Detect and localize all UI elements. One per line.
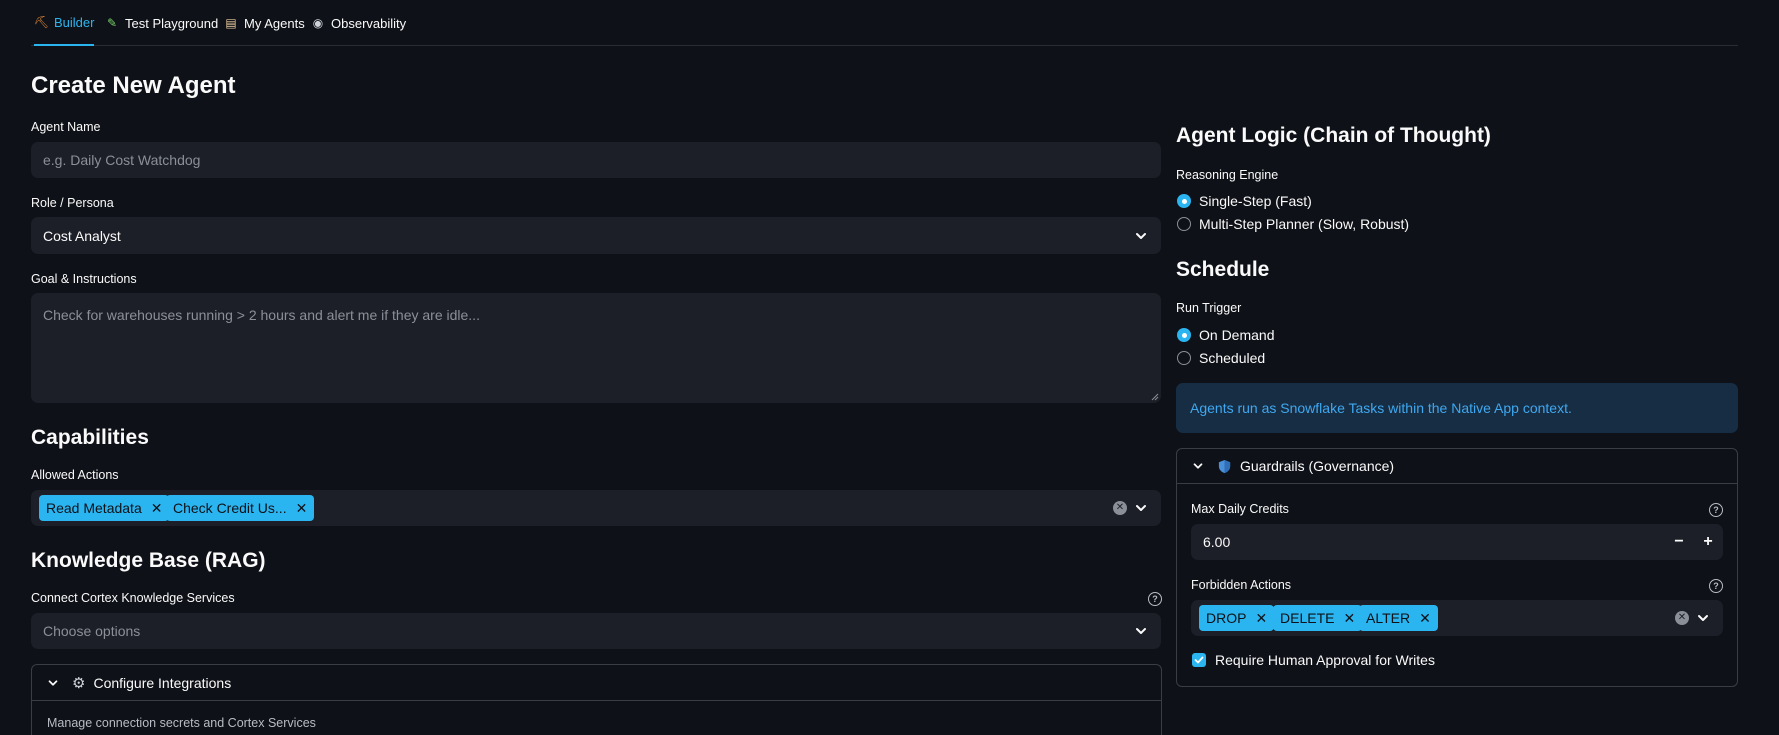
chip-label: DELETE — [1280, 610, 1335, 626]
chevron-down-icon — [46, 676, 60, 690]
chip-alter: ALTER ✕ — [1359, 605, 1438, 631]
radio-label: Scheduled — [1199, 350, 1266, 366]
tab-label: My Agents — [244, 15, 305, 31]
info-alert: Agents run as Snowflake Tasks within the… — [1176, 383, 1738, 433]
radio-unselected-icon — [1177, 217, 1191, 231]
close-icon[interactable]: ✕ — [296, 500, 308, 517]
reasoning-engine-label: Reasoning Engine — [1176, 168, 1279, 182]
radio-label: On Demand — [1199, 327, 1275, 343]
checkbox-label: Require Human Approval for Writes — [1215, 652, 1435, 668]
increment-button[interactable]: + — [1694, 524, 1722, 560]
radio-scheduled[interactable]: Scheduled — [1177, 350, 1265, 366]
knowledge-multiselect[interactable]: Choose options — [31, 613, 1161, 649]
chip-label: DROP — [1206, 610, 1247, 626]
tab-label: Observability — [331, 15, 407, 31]
tab-bar: ⛏ Builder ✎ Test Playground ▤ My Agents … — [31, 0, 1738, 46]
gear-icon: ⚙ — [72, 674, 86, 692]
tab-observability[interactable]: ◉ Observability — [311, 0, 406, 46]
agent-name-label: Agent Name — [31, 120, 101, 134]
goal-label: Goal & Instructions — [31, 272, 137, 286]
chip-drop: DROP ✕ — [1199, 605, 1275, 631]
radio-single-step[interactable]: Single-Step (Fast) — [1177, 193, 1312, 209]
run-trigger-label: Run Trigger — [1176, 301, 1242, 315]
max-credits-input[interactable]: 6.00 − + — [1191, 524, 1723, 560]
guardrails-title: Guardrails (Governance) — [1240, 458, 1395, 474]
radio-label: Multi-Step Planner (Slow, Robust) — [1199, 216, 1410, 232]
role-label: Role / Persona — [31, 196, 114, 210]
integrations-description: Manage connection secrets and Cortex Ser… — [47, 716, 316, 730]
goal-textarea[interactable]: Check for warehouses running > 2 hours a… — [31, 293, 1161, 403]
close-icon[interactable]: ✕ — [1343, 610, 1355, 627]
chip-label: Check Credit Us... — [173, 500, 287, 516]
close-icon[interactable]: ✕ — [1255, 610, 1267, 627]
radio-selected-icon — [1177, 328, 1191, 342]
forbidden-actions-label: Forbidden Actions — [1191, 578, 1292, 592]
integrations-title: Configure Integrations — [93, 674, 232, 691]
chevron-down-icon — [1133, 228, 1149, 244]
checkmark-icon — [1192, 653, 1206, 667]
decrement-button[interactable]: − — [1665, 524, 1693, 560]
tab-builder[interactable]: ⛏ Builder — [34, 0, 95, 46]
agent-logic-heading: Agent Logic (Chain of Thought) — [1176, 124, 1491, 147]
radio-unselected-icon — [1177, 351, 1191, 365]
radio-selected-icon — [1177, 194, 1191, 208]
chip-read-metadata: Read Metadata ✕ — [39, 495, 170, 521]
max-credits-value: 6.00 — [1203, 534, 1231, 550]
help-icon[interactable]: ? — [1709, 579, 1723, 593]
guardrails-expander-header[interactable]: Guardrails (Governance) — [1177, 449, 1737, 484]
chevron-down-icon — [1191, 459, 1205, 473]
capabilities-heading: Capabilities — [31, 426, 149, 449]
chip-check-credit-usage: Check Credit Us... ✕ — [166, 495, 315, 521]
chip-label: ALTER — [1366, 610, 1411, 626]
knowledge-placeholder: Choose options — [43, 623, 141, 639]
chevron-down-icon[interactable] — [1133, 500, 1149, 516]
chip-delete: DELETE ✕ — [1273, 605, 1363, 631]
close-icon[interactable]: ✕ — [151, 500, 163, 517]
chip-label: Read Metadata — [46, 500, 142, 516]
resize-handle-icon[interactable] — [1151, 393, 1159, 401]
guardrails-expander: Guardrails (Governance) Max Daily Credit… — [1176, 448, 1738, 687]
integrations-expander-header[interactable]: ⚙ Configure Integrations — [32, 665, 1161, 701]
human-approval-checkbox[interactable]: Require Human Approval for Writes — [1192, 652, 1435, 668]
pencil-icon: ✎ — [106, 16, 118, 30]
clipboard-icon: ▤ — [225, 16, 237, 30]
chevron-down-icon[interactable] — [1695, 610, 1711, 626]
page-title: Create New Agent — [31, 72, 236, 99]
agent-name-input[interactable]: e.g. Daily Cost Watchdog — [31, 142, 1161, 178]
shield-icon — [1217, 459, 1232, 474]
radio-multi-step[interactable]: Multi-Step Planner (Slow, Robust) — [1177, 216, 1409, 232]
tab-test-playground[interactable]: ✎ Test Playground — [105, 0, 218, 46]
integrations-expander: ⚙ Configure Integrations Manage connecti… — [31, 664, 1162, 735]
role-value: Cost Analyst — [43, 227, 121, 244]
role-select[interactable]: Cost Analyst — [31, 217, 1161, 254]
help-icon[interactable]: ? — [1709, 503, 1723, 517]
eye-icon: ◉ — [312, 16, 324, 30]
chevron-down-icon — [1133, 623, 1149, 639]
knowledge-heading: Knowledge Base (RAG) — [31, 549, 266, 572]
clear-all-icon[interactable]: ✕ — [1113, 501, 1127, 515]
allowed-actions-label: Allowed Actions — [31, 468, 119, 482]
builder-icon: ⛏ — [34, 15, 50, 29]
knowledge-label: Connect Cortex Knowledge Services — [31, 591, 235, 605]
clear-all-icon[interactable]: ✕ — [1675, 611, 1689, 625]
info-text: Agents run as Snowflake Tasks within the… — [1190, 400, 1572, 416]
goal-placeholder: Check for warehouses running > 2 hours a… — [43, 307, 480, 323]
close-icon[interactable]: ✕ — [1419, 610, 1431, 627]
allowed-actions-multiselect[interactable]: Read Metadata ✕ Check Credit Us... ✕ ✕ — [31, 490, 1161, 526]
tab-label: Builder — [54, 14, 95, 30]
max-credits-label: Max Daily Credits — [1191, 502, 1289, 516]
forbidden-actions-multiselect[interactable]: DROP ✕ DELETE ✕ ALTER ✕ ✕ — [1191, 600, 1723, 636]
tab-my-agents[interactable]: ▤ My Agents — [224, 0, 305, 46]
tab-label: Test Playground — [125, 15, 219, 31]
schedule-heading: Schedule — [1176, 258, 1270, 281]
radio-label: Single-Step (Fast) — [1199, 193, 1312, 209]
radio-on-demand[interactable]: On Demand — [1177, 327, 1274, 343]
help-icon[interactable]: ? — [1148, 592, 1162, 606]
agent-name-placeholder: e.g. Daily Cost Watchdog — [43, 152, 201, 168]
